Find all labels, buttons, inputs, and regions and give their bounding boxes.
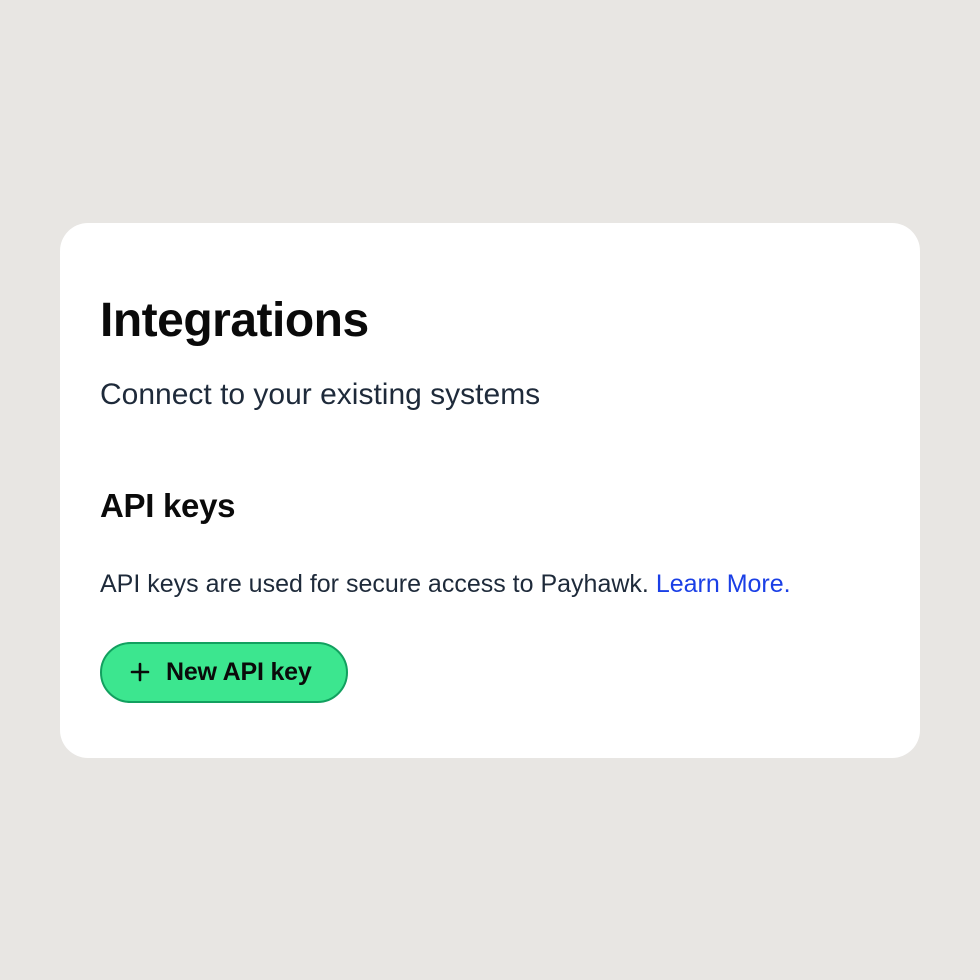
new-api-key-button-label: New API key	[166, 658, 312, 687]
plus-icon	[128, 660, 152, 684]
learn-more-link[interactable]: Learn More.	[656, 570, 791, 598]
page-title: Integrations	[100, 293, 880, 348]
api-keys-heading: API keys	[100, 487, 880, 525]
api-keys-description: API keys are used for secure access to P…	[100, 567, 880, 602]
api-keys-description-text: API keys are used for secure access to P…	[100, 570, 656, 598]
new-api-key-button[interactable]: New API key	[100, 642, 348, 703]
page-subtitle: Connect to your existing systems	[100, 378, 880, 412]
integrations-card: Integrations Connect to your existing sy…	[60, 223, 920, 758]
